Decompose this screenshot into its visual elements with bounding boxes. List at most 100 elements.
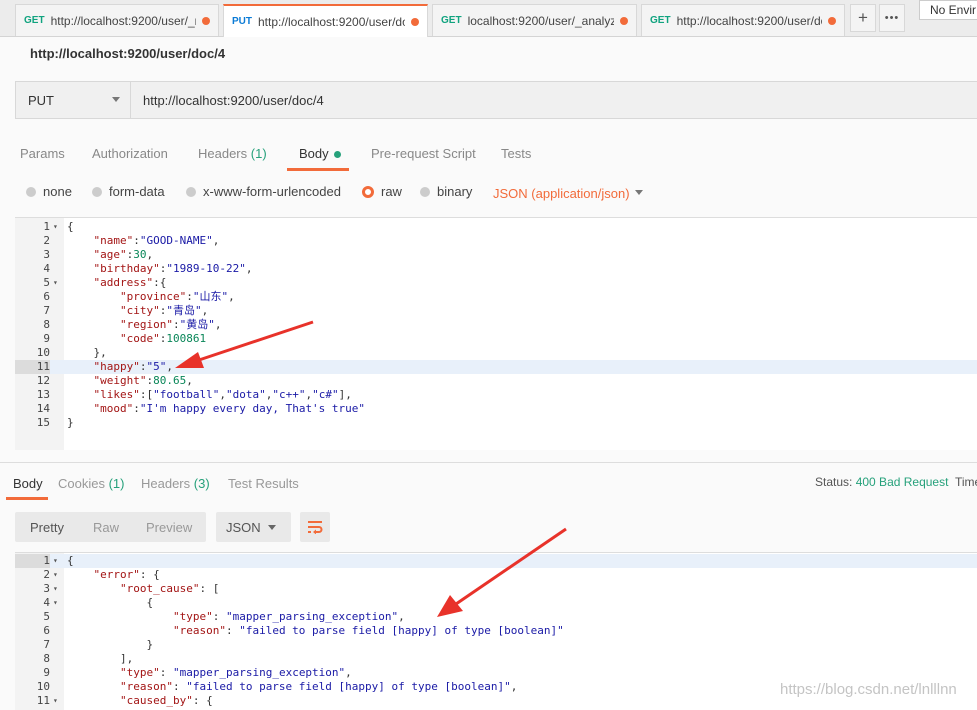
wrap-lines-button[interactable] xyxy=(300,512,330,542)
chevron-down-icon[interactable] xyxy=(635,190,643,195)
code-text: "reason": "failed to parse field [happy]… xyxy=(172,624,564,637)
radio-label: x-www-form-urlencoded xyxy=(203,184,341,199)
response-time-label: Time xyxy=(955,475,977,489)
line-number: 11 xyxy=(36,694,50,707)
method-select[interactable]: PUT xyxy=(16,82,131,118)
line-number: 7 xyxy=(43,638,50,651)
active-tab-underline xyxy=(287,168,349,171)
code-text: "caused_by": { xyxy=(119,694,213,707)
line-number: 3 xyxy=(43,582,50,595)
code-text: "city":"青岛", xyxy=(119,304,209,317)
line-number: 10 xyxy=(36,680,50,693)
request-tab-active[interactable]: PUT http://localhost:9200/user/do xyxy=(223,4,428,37)
headers-label: Headers xyxy=(141,476,191,491)
code-text: "root_cause": [ xyxy=(119,582,220,595)
code-text: { xyxy=(67,220,74,233)
code-text: "age":30, xyxy=(93,248,154,261)
request-tab[interactable]: GET localhost:9200/user/_analyze xyxy=(432,4,637,36)
tab-prerequest-script[interactable]: Pre-request Script xyxy=(371,146,476,161)
format-select[interactable]: JSON xyxy=(216,512,291,542)
fold-arrow-icon[interactable]: ▾ xyxy=(53,554,58,568)
code-line: 7 "city":"青岛", xyxy=(15,304,977,318)
tab-url: http://localhost:9200/user/do xyxy=(258,14,405,29)
fold-arrow-icon[interactable]: ▾ xyxy=(53,694,58,708)
code-text: "weight":80.65, xyxy=(93,374,193,387)
radio-label: binary xyxy=(437,184,473,199)
tab-method: GET xyxy=(24,15,45,26)
environment-select[interactable]: No Envir xyxy=(919,0,977,20)
chevron-down-icon xyxy=(112,97,120,102)
fold-arrow-icon[interactable]: ▾ xyxy=(53,568,58,582)
line-number: 10 xyxy=(36,346,50,359)
line-number: 14 xyxy=(36,402,50,415)
fold-arrow-icon[interactable]: ▾ xyxy=(53,582,58,596)
radio-urlencoded[interactable]: x-www-form-urlencoded xyxy=(186,184,341,199)
code-line: 6 "reason": "failed to parse field [happ… xyxy=(15,624,977,638)
line-number: 15 xyxy=(36,416,50,429)
unsaved-dot-icon xyxy=(620,16,628,25)
code-line: 7 } xyxy=(15,638,977,652)
code-line: 2 ▾ "error": { xyxy=(15,568,977,582)
line-number: 8 xyxy=(43,652,50,665)
radio-form-data[interactable]: form-data xyxy=(92,184,165,199)
line-number: 6 xyxy=(43,290,50,303)
code-text: "type": "mapper_parsing_exception", xyxy=(119,666,352,679)
more-tabs-button[interactable]: ••• xyxy=(879,4,905,32)
fold-arrow-icon[interactable]: ▾ xyxy=(53,596,58,610)
request-body-editor[interactable]: 1 ▾{2 "name":"GOOD-NAME", 3 "age":30, 4 "bi… xyxy=(15,217,977,450)
view-mode-segment: Pretty Raw Preview xyxy=(15,512,206,542)
body-type-options: none form-data x-www-form-urlencoded raw… xyxy=(0,182,977,204)
code-text: "address":{ xyxy=(93,276,167,289)
code-text: "happy":"5", xyxy=(93,360,173,373)
url-bar: PUT http://localhost:9200/user/doc/4 xyxy=(15,81,977,119)
content-type-select[interactable]: JSON (application/json) xyxy=(493,186,630,201)
request-tab[interactable]: GET http://localhost:9200/user/do xyxy=(641,4,845,36)
code-text: "error": { xyxy=(93,568,160,581)
url-input[interactable]: http://localhost:9200/user/doc/4 xyxy=(143,93,324,108)
fold-arrow-icon[interactable]: ▾ xyxy=(53,276,58,290)
tab-url: http://localhost:9200/user/_m xyxy=(50,13,196,28)
radio-label: none xyxy=(43,184,72,199)
code-text: "name":"GOOD-NAME", xyxy=(93,234,220,247)
radio-raw[interactable]: raw xyxy=(362,184,402,199)
unsaved-dot-icon xyxy=(411,17,419,26)
code-line: 13 "likes":["football","dota","c++","c#"… xyxy=(15,388,977,402)
tab-authorization[interactable]: Authorization xyxy=(92,146,168,161)
view-raw-button[interactable]: Raw xyxy=(93,520,119,535)
add-tab-button[interactable]: + xyxy=(850,4,876,32)
tab-body[interactable]: Body xyxy=(299,146,341,161)
code-line: 10 }, xyxy=(15,346,977,360)
tab-headers[interactable]: Headers (1) xyxy=(198,146,267,161)
tab-params[interactable]: Params xyxy=(20,146,65,161)
radio-label: form-data xyxy=(109,184,165,199)
view-preview-button[interactable]: Preview xyxy=(146,520,192,535)
code-line: 8 "region":"黄岛", xyxy=(15,318,977,332)
radio-none[interactable]: none xyxy=(26,184,72,199)
code-line: 5 ▾ "address":{ xyxy=(15,276,977,290)
code-text: }, xyxy=(67,346,107,359)
tab-headers-label: Headers xyxy=(198,146,248,161)
response-tab-test-results[interactable]: Test Results xyxy=(228,476,299,491)
radio-binary[interactable]: binary xyxy=(420,184,472,199)
tab-url: localhost:9200/user/_analyze xyxy=(467,13,614,28)
line-number: 3 xyxy=(43,248,50,261)
code-line: 3 "age":30, xyxy=(15,248,977,262)
tab-tests[interactable]: Tests xyxy=(501,146,531,161)
view-pretty-button[interactable]: Pretty xyxy=(30,520,64,535)
code-text: { xyxy=(67,554,74,567)
headers-count: (3) xyxy=(193,476,210,491)
tab-url: http://localhost:9200/user/do xyxy=(676,13,822,28)
line-number: 12 xyxy=(36,374,50,387)
response-tab-body[interactable]: Body xyxy=(13,476,43,491)
line-number: 4 xyxy=(43,262,50,275)
code-text: } xyxy=(67,638,154,651)
line-number: 7 xyxy=(43,304,50,317)
line-number: 5 xyxy=(43,610,50,623)
active-tab-underline xyxy=(6,497,48,500)
request-tab[interactable]: GET http://localhost:9200/user/_m xyxy=(15,4,219,36)
code-line: 2 "name":"GOOD-NAME", xyxy=(15,234,977,248)
response-tab-cookies[interactable]: Cookies (1) xyxy=(58,476,124,491)
fold-arrow-icon[interactable]: ▾ xyxy=(53,220,58,234)
request-tab-strip: GET http://localhost:9200/user/_m PUT ht… xyxy=(0,0,977,37)
response-tab-headers[interactable]: Headers (3) xyxy=(141,476,210,491)
